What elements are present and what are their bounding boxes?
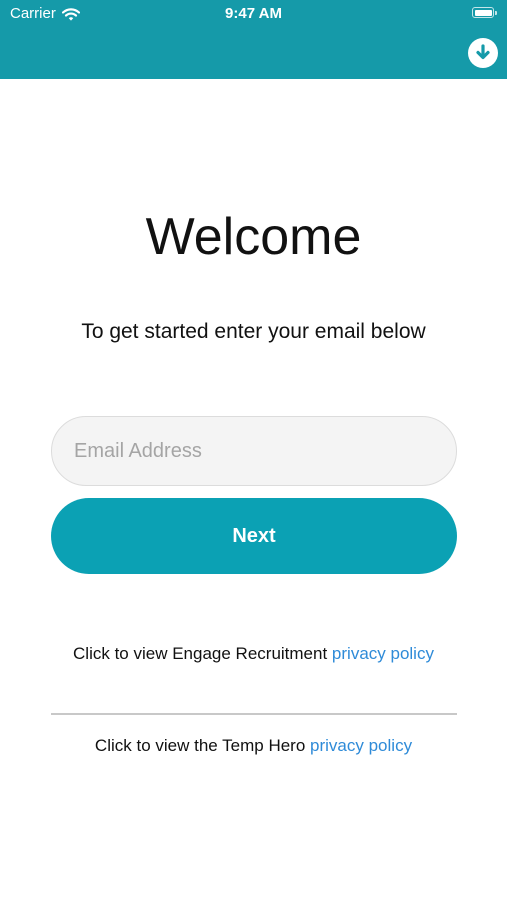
download-circle-icon	[476, 44, 490, 60]
battery-icon	[472, 7, 497, 18]
temp-hero-policy-line: Click to view the Temp Hero privacy poli…	[0, 735, 507, 757]
download-button[interactable]	[468, 38, 498, 68]
welcome-subtitle: To get started enter your email below	[81, 320, 426, 343]
engage-recruitment-privacy-policy-link[interactable]: privacy policy	[332, 644, 434, 663]
temp-hero-privacy-policy-link[interactable]: privacy policy	[310, 736, 412, 755]
email-address-input[interactable]	[51, 416, 457, 486]
top-bar: Carrier 9:47 AM	[0, 0, 507, 79]
engage-recruitment-policy-line: Click to view Engage Recruitment privacy…	[0, 643, 507, 665]
welcome-title: Welcome	[145, 208, 362, 266]
policy-divider	[51, 713, 457, 715]
status-time: 9:47 AM	[225, 5, 282, 22]
temp-hero-policy-text: Click to view the Temp Hero	[94, 736, 311, 755]
battery-cap	[495, 11, 497, 15]
engage-recruitment-policy-text: Click to view Engage Recruitment	[73, 644, 332, 663]
next-button[interactable]: Next	[51, 498, 457, 574]
battery-fill	[474, 9, 492, 16]
